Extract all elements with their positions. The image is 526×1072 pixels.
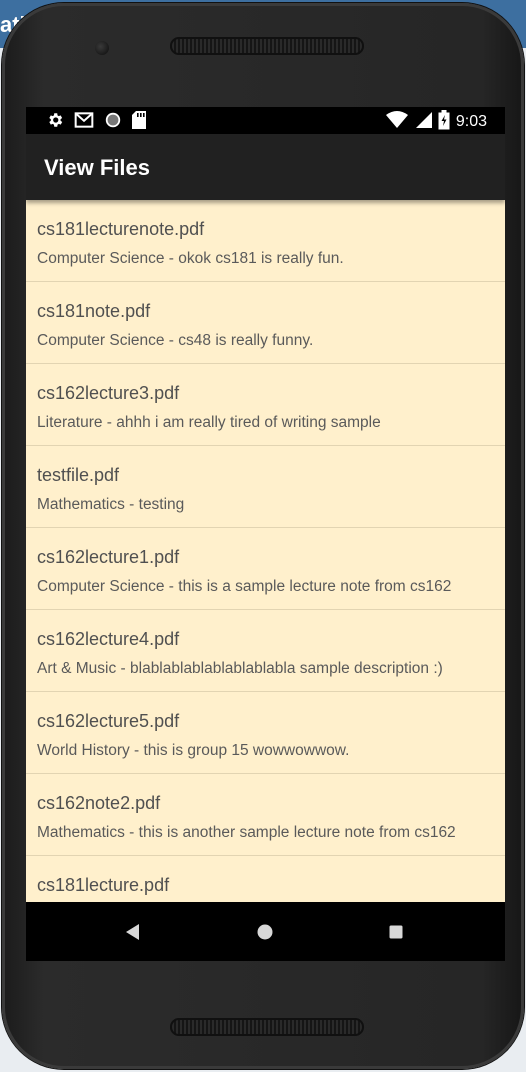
battery-icon bbox=[438, 110, 450, 134]
wifi-icon bbox=[385, 111, 408, 133]
circle-icon bbox=[104, 111, 122, 133]
status-time: 9:03 bbox=[455, 113, 487, 130]
file-list[interactable]: cs181lecturenote.pdf Computer Science - … bbox=[26, 200, 505, 902]
recents-icon[interactable] bbox=[382, 918, 410, 946]
gmail-icon bbox=[74, 111, 94, 133]
file-description: Computer Science - okok cs181 is really … bbox=[37, 250, 344, 267]
file-description: Literature - ahhh i am really tired of w… bbox=[37, 414, 381, 431]
phone-frame: 9:03 View Files cs181lecturenote.pdf Com… bbox=[2, 3, 524, 1069]
file-list-item[interactable]: cs181note.pdf Computer Science - cs48 is… bbox=[26, 282, 505, 364]
status-bar: 9:03 bbox=[26, 107, 505, 134]
file-name: cs162lecture1.pdf bbox=[37, 547, 180, 567]
file-description: Mathematics - testing bbox=[37, 496, 185, 513]
file-list-item[interactable]: cs162lecture1.pdf Computer Science - thi… bbox=[26, 528, 505, 610]
file-name: cs162lecture4.pdf bbox=[37, 629, 180, 649]
file-list-item[interactable]: cs181lecturenote.pdf Computer Science - … bbox=[26, 200, 505, 282]
page-title: View Files bbox=[44, 155, 150, 180]
file-description: Art & Music - blablablablablablablabla s… bbox=[37, 660, 443, 677]
home-icon[interactable] bbox=[251, 918, 279, 946]
file-list-item[interactable]: testfile.pdf Mathematics - testing bbox=[26, 446, 505, 528]
file-list-item[interactable]: cs162lecture5.pdf World History - this i… bbox=[26, 692, 505, 774]
status-notification-icons bbox=[46, 111, 146, 133]
file-description: Computer Science - cs48 is really funny. bbox=[37, 332, 314, 349]
file-name: cs162lecture5.pdf bbox=[37, 711, 180, 731]
front-camera bbox=[95, 41, 109, 55]
status-system-icons: 9:03 bbox=[385, 110, 487, 134]
file-list-item[interactable]: cs162lecture3.pdf Literature - ahhh i am… bbox=[26, 364, 505, 446]
back-icon[interactable] bbox=[118, 918, 146, 946]
bottom-speaker bbox=[170, 1018, 364, 1036]
file-name: cs181lecturenote.pdf bbox=[37, 219, 205, 239]
file-name: testfile.pdf bbox=[37, 465, 120, 485]
file-name: cs162note2.pdf bbox=[37, 793, 161, 813]
file-list-item[interactable]: cs162lecture4.pdf Art & Music - blablabl… bbox=[26, 610, 505, 692]
sd-card-icon bbox=[132, 111, 146, 133]
top-speaker bbox=[170, 37, 364, 55]
file-description: World History - this is group 15 wowwoww… bbox=[37, 742, 350, 759]
signal-icon bbox=[414, 111, 432, 133]
file-name: cs181note.pdf bbox=[37, 301, 151, 321]
file-name: cs162lecture3.pdf bbox=[37, 383, 180, 403]
file-list-item[interactable]: cs181lecture.pdf bbox=[26, 856, 505, 902]
phone-screen: 9:03 View Files cs181lecturenote.pdf Com… bbox=[26, 107, 505, 961]
file-list-item[interactable]: cs162note2.pdf Mathematics - this is ano… bbox=[26, 774, 505, 856]
navigation-bar bbox=[26, 902, 505, 961]
file-description: Mathematics - this is another sample lec… bbox=[37, 824, 456, 841]
app-bar: View Files bbox=[26, 134, 505, 200]
file-description: Computer Science - this is a sample lect… bbox=[37, 578, 452, 595]
file-name: cs181lecture.pdf bbox=[37, 875, 170, 895]
gear-icon bbox=[46, 111, 64, 133]
